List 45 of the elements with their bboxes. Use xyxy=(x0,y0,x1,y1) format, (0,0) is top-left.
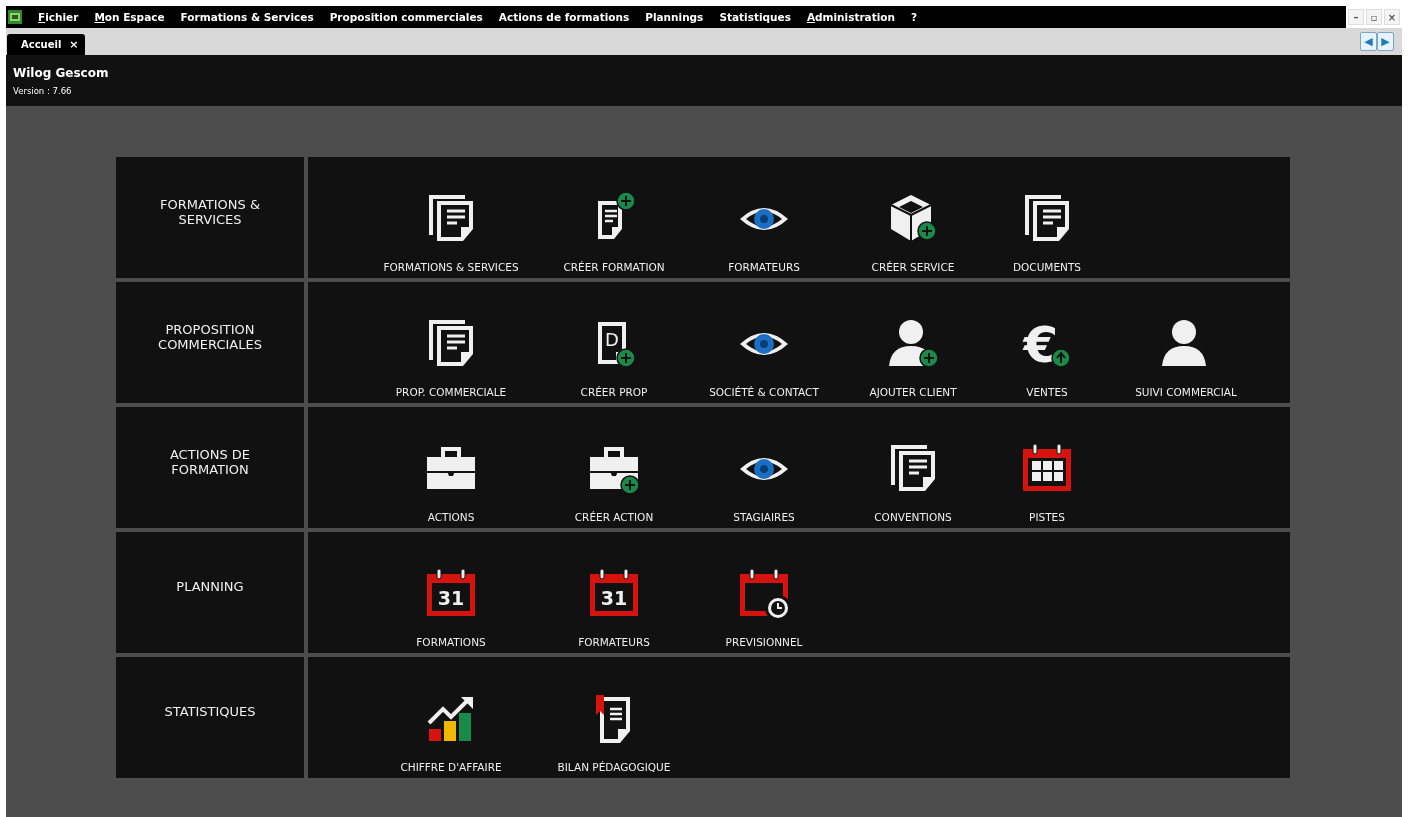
tile-button[interactable]: D CRÉER PROP xyxy=(580,316,648,398)
app-logo-icon xyxy=(8,10,22,24)
scroll-right-button[interactable]: ▶ xyxy=(1377,32,1394,51)
menu-item[interactable]: Actions de formations xyxy=(490,11,638,23)
section-title: ACTIONS DE FORMATION xyxy=(168,446,252,477)
tile-button[interactable]: STAGIAIRES xyxy=(733,441,795,523)
tile-button[interactable]: DOCUMENTS xyxy=(1013,191,1081,273)
tile-button[interactable]: CRÉER SERVICE xyxy=(871,191,955,273)
version-label: Version : 7.66 xyxy=(13,86,72,96)
scroll-left-button[interactable]: ◀ xyxy=(1360,32,1377,51)
close-button[interactable]: × xyxy=(1384,9,1400,25)
tile-button[interactable]: BILAN PÉDAGOGIQUE xyxy=(557,691,671,773)
menu-item[interactable]: Plannings xyxy=(637,11,712,23)
tile-button[interactable]: PROP. COMMERCIALE xyxy=(395,316,507,398)
tile-button[interactable]: FORMATEURS xyxy=(728,191,800,273)
tab-close-button[interactable]: × xyxy=(69,38,79,51)
tile-button[interactable]: PISTES xyxy=(1019,441,1075,523)
tile-button[interactable]: PREVISIONNEL xyxy=(725,566,803,648)
tile-button[interactable]: FORMATIONS & SERVICES xyxy=(383,191,519,273)
tile-button[interactable]: CRÉER FORMATION xyxy=(563,191,665,273)
tile-button[interactable]: SOCIÉTÉ & CONTACT xyxy=(709,316,819,398)
tile-button[interactable]: 31 FORMATEURS xyxy=(578,566,650,648)
minimize-button[interactable]: – xyxy=(1348,9,1364,25)
tile-button[interactable]: SUIVI COMMERCIAL xyxy=(1135,316,1237,398)
menu-item[interactable]: Mon Espace xyxy=(86,11,173,23)
menu-item[interactable]: Formations & Services xyxy=(172,11,322,23)
menu-item[interactable]: Proposition commerciales xyxy=(321,11,491,23)
tile-button[interactable]: € VENTES xyxy=(1019,316,1075,398)
section-title: STATISTIQUES xyxy=(163,704,257,719)
tile-button[interactable]: CRÉER ACTION xyxy=(574,441,654,523)
tile-button[interactable]: CHIFFRE D'AFFAIRE xyxy=(400,691,502,773)
tile-button[interactable]: ACTIONS xyxy=(423,441,479,523)
tile-button[interactable]: AJOUTER CLIENT xyxy=(869,316,957,398)
menu-item[interactable]: Administration xyxy=(798,11,904,23)
section-title: FORMATIONS & SERVICES xyxy=(158,196,262,227)
restore-button[interactable]: ▫ xyxy=(1366,9,1382,25)
section-title: PROPOSITION COMMERCIALES xyxy=(157,321,263,352)
menu-item[interactable]: Statistiques xyxy=(711,11,799,23)
tile-button[interactable]: CONVENTIONS xyxy=(874,441,952,523)
section-title: PLANNING xyxy=(175,579,245,594)
menu-item[interactable]: Fichier xyxy=(30,11,87,23)
tab[interactable]: Accueil × xyxy=(7,34,85,55)
app-title: Wilog Gescom xyxy=(13,66,109,80)
menu-item[interactable]: ? xyxy=(903,11,926,23)
tile-button[interactable]: 31 FORMATIONS xyxy=(416,566,486,648)
